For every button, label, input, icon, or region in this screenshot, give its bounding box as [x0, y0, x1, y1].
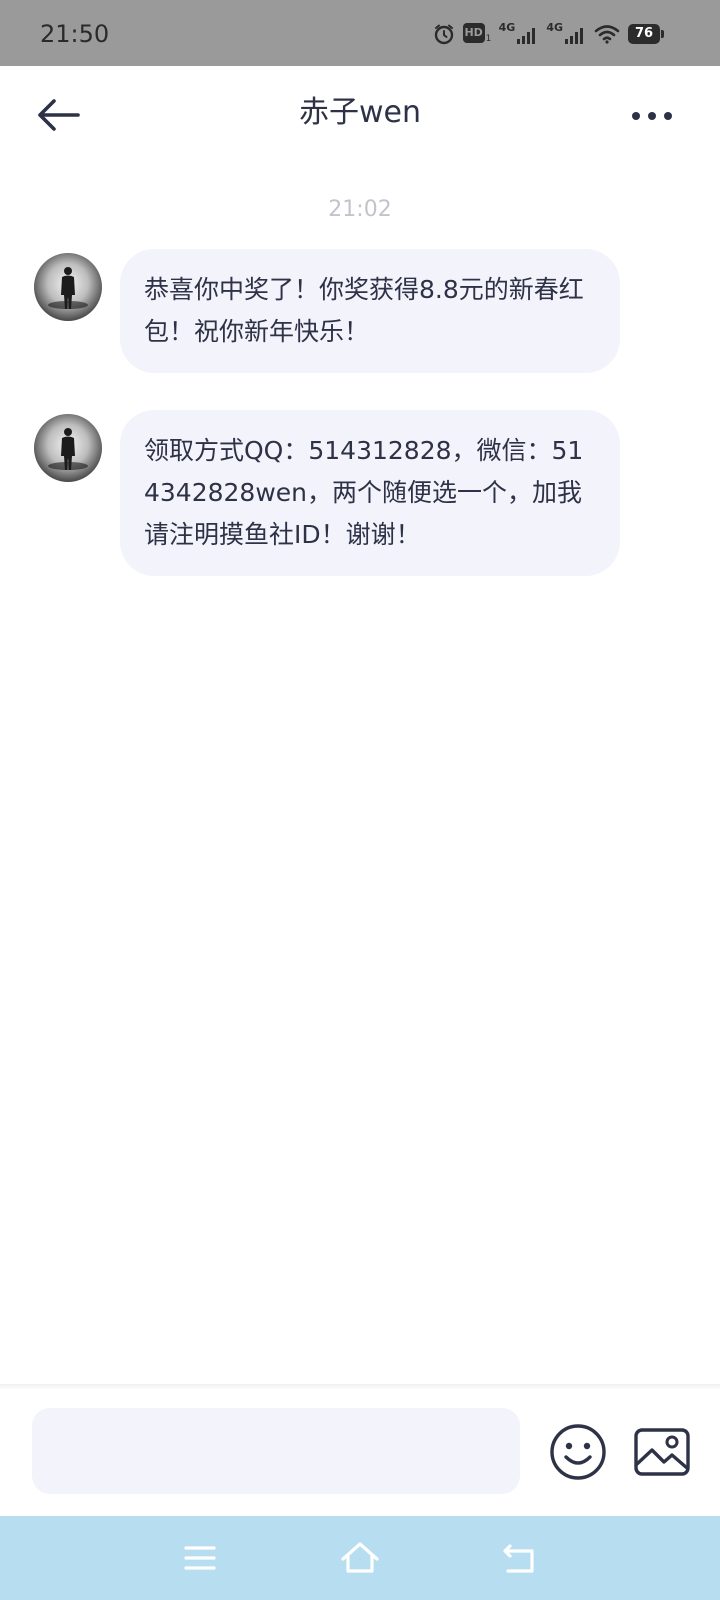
hd-sub-label: 1 [485, 34, 492, 44]
signal-1: 4G [499, 22, 539, 46]
home-icon [341, 1542, 379, 1573]
image-icon [634, 1428, 690, 1476]
message-text: 恭喜你中奖了！你奖获得8.8元的新春红包！祝你新年快乐！ [144, 275, 584, 346]
smiley-icon [550, 1424, 606, 1480]
system-nav-bar [0, 1516, 720, 1600]
back-icon [503, 1544, 534, 1573]
status-bar: 21:50 HD 1 4G 4G 76 [0, 0, 720, 66]
battery-icon: 76 [628, 24, 666, 44]
network-label-1: 4G [498, 21, 516, 34]
nav-back-button[interactable] [498, 1536, 542, 1580]
hd-icon: HD 1 [462, 23, 492, 45]
message-bubble: 领取方式QQ：514312828，微信：514342828wen，两个随便选一个… [120, 410, 620, 576]
input-bar [0, 1390, 720, 1516]
nav-home-button[interactable] [338, 1536, 382, 1580]
status-time: 21:50 [40, 20, 110, 48]
chat-title: 赤子wen [298, 95, 421, 130]
status-icons: HD 1 4G 4G 76 [433, 20, 666, 48]
wifi-icon [594, 24, 620, 44]
avatar[interactable] [34, 253, 102, 321]
avatar[interactable] [34, 414, 102, 482]
message-bubble: 恭喜你中奖了！你奖获得8.8元的新春红包！祝你新年快乐！ [120, 249, 620, 373]
menu-icon [184, 1546, 216, 1570]
emoji-button[interactable] [548, 1422, 608, 1482]
nav-menu-button[interactable] [178, 1536, 222, 1580]
network-label-2: 4G [546, 21, 563, 34]
more-button[interactable] [626, 96, 678, 136]
alarm-icon [433, 23, 455, 45]
signal-icon [517, 28, 536, 44]
hd-label: HD [462, 23, 485, 43]
signal-icon [565, 28, 583, 44]
signal-2: 4G [546, 22, 586, 46]
message-input[interactable] [32, 1408, 520, 1494]
image-button[interactable] [632, 1424, 692, 1480]
battery-level: 76 [628, 24, 660, 44]
message-timestamp: 21:02 [328, 197, 392, 222]
battery-cap [661, 30, 664, 38]
more-dots-icon [632, 112, 672, 120]
chat-header: 赤子wen [0, 66, 720, 162]
message-text: 领取方式QQ：514312828，微信：514342828wen，两个随便选一个… [144, 436, 584, 549]
